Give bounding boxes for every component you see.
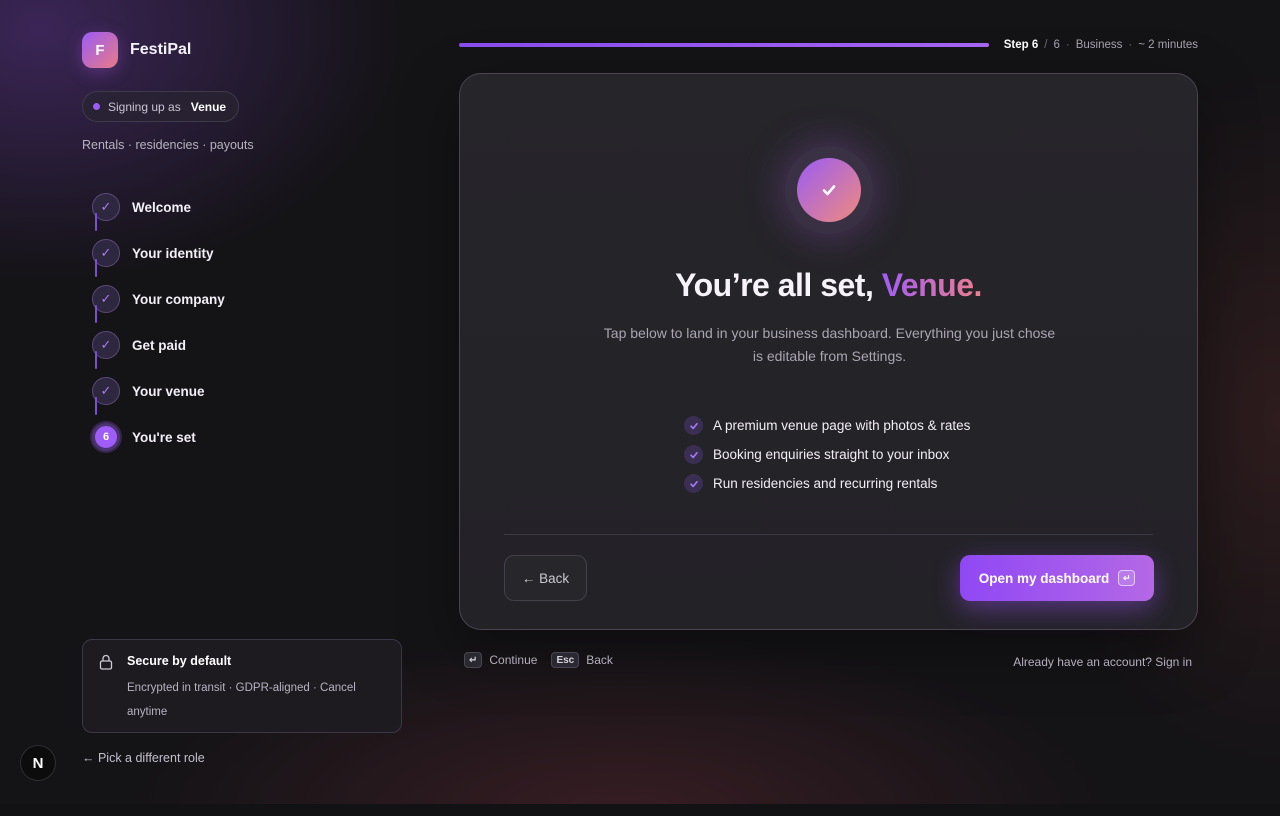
list-item: A premium venue page with photos & rates [684, 411, 970, 440]
open-dashboard-button[interactable]: Open my dashboard ↵ [960, 555, 1154, 601]
meta-separator: · [1065, 39, 1070, 51]
role-pill: Signing up as Venue [82, 91, 240, 122]
enter-key-icon: ↵ [1118, 570, 1136, 586]
lock-icon [99, 654, 113, 670]
brand-name: FestiPal [130, 41, 192, 58]
role-value: Venue [190, 99, 227, 114]
list-item: Run residencies and recurring rentals [684, 469, 970, 498]
secure-card: Secure by default Encrypted in transit ·… [82, 639, 402, 733]
step-connector [95, 213, 97, 231]
role-prefix: Signing up as [108, 99, 181, 114]
step-number-badge: 6 [92, 423, 120, 451]
duration-label: ~ 2 minutes [1138, 39, 1198, 51]
check-circle-icon [797, 158, 861, 222]
open-dashboard-label: Open my dashboard [978, 570, 1110, 586]
completion-card: You’re all set, Venue. Tap below to land… [459, 73, 1198, 630]
esc-key: Esc [551, 652, 580, 668]
step-connector [95, 305, 97, 323]
back-hint: Back [586, 653, 613, 667]
step-your-identity[interactable]: ✓ Your identity [92, 239, 225, 285]
progress-bar [459, 43, 989, 47]
step-list: ✓ Welcome ✓ Your identity ✓ Your company… [92, 193, 225, 469]
step-total: 6 [1053, 39, 1060, 51]
page-subtitle: Tap below to land in your business dashb… [603, 325, 1056, 364]
feature-text: Run residencies and recurring rentals [713, 476, 938, 491]
step-your-company[interactable]: ✓ Your company [92, 285, 225, 331]
feature-text: A premium venue page with photos & rates [713, 418, 971, 433]
enter-key-icon: ↵ [464, 652, 483, 668]
step-connector [95, 397, 97, 415]
continue-hint: Continue [489, 653, 538, 667]
next-logo-icon[interactable]: N [20, 745, 56, 781]
step-get-paid[interactable]: ✓ Get paid [92, 331, 225, 377]
step-slash: / [1044, 39, 1048, 51]
title-prefix: You’re all set, [675, 267, 874, 303]
step-label: Your venue [132, 384, 205, 399]
role-dot-icon [93, 103, 100, 110]
progress-fill [459, 43, 989, 47]
step-label: Your company [132, 292, 225, 307]
bottom-strip [0, 804, 1280, 816]
step-your-venue[interactable]: ✓ Your venue [92, 377, 225, 423]
feature-list: A premium venue page with photos & rates… [684, 411, 970, 498]
divider [504, 534, 1153, 535]
pick-different-role-link[interactable]: ← Pick a different role [82, 751, 205, 765]
tagline: Rentals · residencies · payouts [82, 138, 254, 152]
back-button[interactable]: ← Back [504, 555, 587, 601]
step-label: Welcome [132, 200, 192, 215]
keyboard-hints: ↵ Continue Esc Back [464, 652, 613, 668]
step-connector [95, 259, 97, 277]
secure-text: Encrypted in transit · GDPR-aligned · Ca… [127, 682, 356, 718]
brand-logo: F [82, 32, 118, 68]
step-welcome[interactable]: ✓ Welcome [92, 193, 225, 239]
progress-meta: Step 6 / 6 · Business · ~ 2 minutes [1004, 39, 1198, 51]
step-label: Get paid [132, 338, 187, 353]
check-icon [684, 445, 703, 464]
step-label: You're set [132, 430, 196, 445]
step-youre-set: 6 You're set [92, 423, 225, 469]
title-accent: Venue. [881, 267, 983, 303]
meta-separator: · [1128, 39, 1133, 51]
track-label: Business [1075, 39, 1123, 51]
check-icon [822, 185, 836, 196]
list-item: Booking enquiries straight to your inbox [684, 440, 970, 469]
sign-in-link[interactable]: Already have an account? Sign in [1013, 655, 1192, 669]
success-badge [785, 146, 873, 234]
step-label: Your identity [132, 246, 214, 261]
brand: F FestiPal [82, 32, 191, 68]
check-icon [684, 474, 703, 493]
check-icon [684, 416, 703, 435]
page-title: You’re all set, Venue. [460, 267, 1197, 304]
step-connector [95, 351, 97, 369]
feature-text: Booking enquiries straight to your inbox [713, 447, 950, 462]
step-indicator: Step 6 [1003, 39, 1039, 51]
secure-title: Secure by default [127, 654, 232, 668]
